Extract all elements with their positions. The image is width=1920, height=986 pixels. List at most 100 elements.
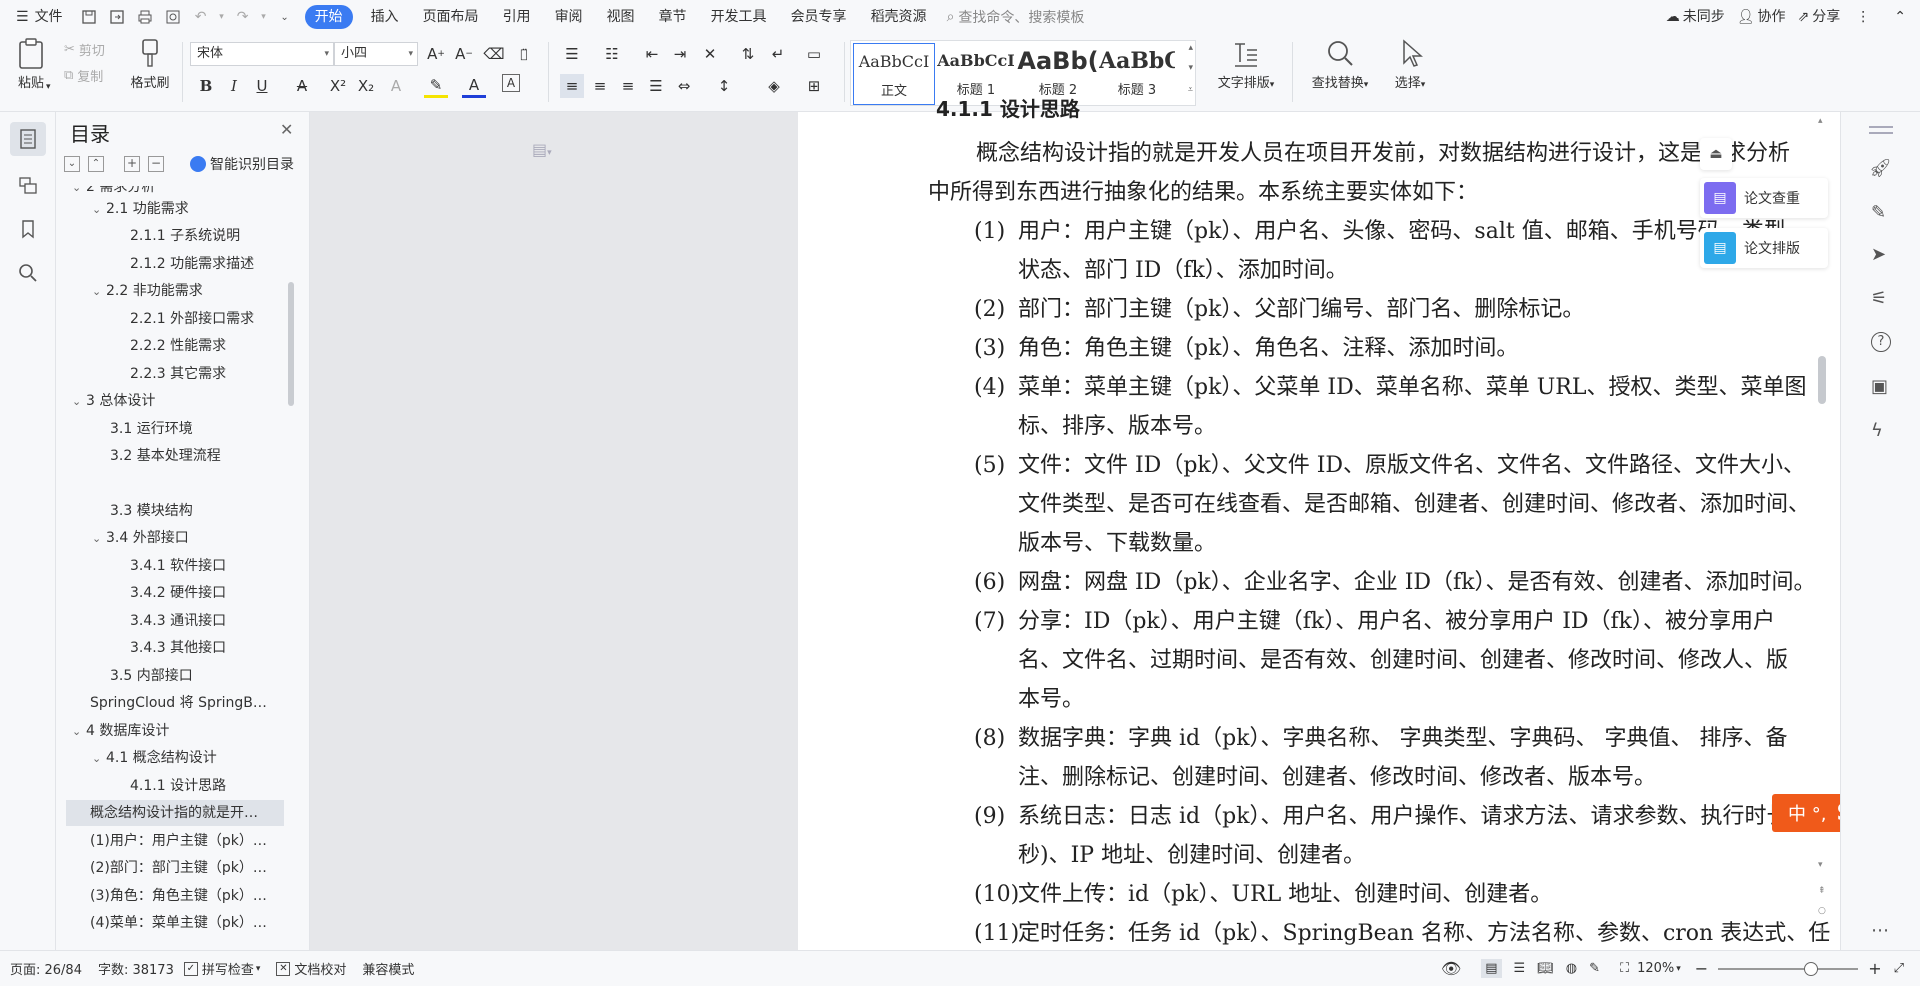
redo-icon[interactable]: ↷ — [231, 5, 255, 29]
fullscreen-icon[interactable]: ⤢ — [1894, 961, 1904, 976]
style-normal[interactable]: AaBbCcI 正文 — [853, 43, 935, 105]
prev-page-icon[interactable]: ⇞ — [1818, 886, 1826, 896]
bold-icon[interactable]: B — [194, 74, 218, 98]
gallery-scroll-up-icon[interactable]: ▴ — [1188, 43, 1193, 53]
page-view-icon[interactable]: ▤ — [1481, 959, 1502, 978]
writing-mode-icon[interactable]: ✎ — [1589, 961, 1600, 976]
copy-button[interactable]: ⧉ 复制 — [64, 66, 103, 85]
toc-item[interactable]: 2.2.2 性能需求 — [56, 333, 286, 359]
paper-format-button[interactable]: ▤ 论文排版 — [1700, 228, 1828, 268]
underline-icon[interactable]: U — [250, 74, 274, 98]
text-direction-icon[interactable]: ⇅ — [736, 42, 760, 66]
select-button[interactable]: 选择▾ — [1382, 38, 1438, 91]
shrink-font-icon[interactable]: A − — [452, 42, 476, 66]
pen-icon[interactable]: ✎ — [1871, 202, 1886, 223]
tab-member[interactable]: 会员专享 — [779, 0, 859, 34]
clear-format-icon[interactable]: ⌫ — [482, 42, 506, 66]
line-spacing-icon[interactable]: ↕ — [712, 74, 736, 98]
font-color-icon[interactable]: A — [462, 74, 486, 98]
more-horizontal-icon[interactable]: ⋯ — [1871, 920, 1889, 941]
toc-item[interactable]: ⌄ 2.1 功能需求 — [56, 196, 286, 222]
save-icon[interactable] — [77, 5, 101, 29]
toc-item[interactable]: 2.1.2 功能需求描述 — [56, 251, 286, 277]
sliders-icon[interactable]: ⚟ — [1871, 288, 1887, 309]
align-left-icon[interactable]: ≡ — [560, 74, 584, 98]
outdent-icon[interactable]: ⇤ — [640, 42, 664, 66]
search-icon[interactable] — [10, 256, 46, 290]
image-tool-icon[interactable]: ▣ — [1871, 376, 1888, 397]
export-icon[interactable] — [105, 5, 129, 29]
paper-check-button[interactable]: ▤ 论文查重 — [1700, 178, 1828, 218]
print-icon[interactable] — [133, 5, 157, 29]
highlight-icon[interactable]: ✎ — [424, 74, 448, 98]
proofread-button[interactable]: ✕ 文档校对 — [276, 959, 346, 978]
toc-expand-all-icon[interactable]: ⌃ — [88, 156, 104, 172]
undo-icon[interactable]: ↶ — [189, 5, 213, 29]
print-preview-icon[interactable] — [161, 5, 185, 29]
toc-collapse-all-icon[interactable]: ⌄ — [64, 156, 80, 172]
zoom-in-icon[interactable]: + — [1868, 959, 1881, 978]
toc-item[interactable]: 3.4.3 通讯接口 — [56, 608, 286, 634]
align-right-icon[interactable]: ≡ — [616, 74, 640, 98]
toc-item[interactable]: 2.2.3 其它需求 — [56, 361, 286, 387]
toc-item[interactable]: 2.1.1 子系统说明 — [56, 223, 286, 249]
command-search[interactable]: ⌕ 查找命令、搜索模板 — [947, 7, 1085, 27]
file-menu[interactable]: ☰ 文件 — [0, 0, 75, 34]
side-tools-collapse[interactable]: ⏏ — [1700, 138, 1732, 170]
grow-font-icon[interactable]: A + — [424, 42, 448, 66]
tab-page-layout[interactable]: 页面布局 — [411, 0, 491, 34]
undo-dropdown-icon[interactable]: ▾ — [217, 5, 227, 29]
superscript-icon[interactable]: X² — [326, 74, 350, 98]
scroll-up-icon[interactable]: ▴ — [1818, 116, 1823, 126]
font-name-select[interactable]: 宋体 ▾ — [190, 42, 334, 66]
collab-button[interactable]: 👤︎ 协作 — [1731, 0, 1792, 34]
toc-item[interactable]: 3.1 运行环境 — [56, 416, 286, 442]
toc-scrollbar[interactable] — [288, 282, 294, 406]
toc-item[interactable]: 3.4.3 其他接口 — [56, 635, 286, 661]
toc-item-selected[interactable]: 概念结构设计指的就是开… — [66, 800, 284, 826]
toc-item[interactable]: SpringCloud 将 SpringB… — [56, 690, 286, 716]
toc-item[interactable]: 3.2 基本处理流程 — [56, 443, 286, 469]
toc-item[interactable]: ⌄ 2.2 非功能需求 — [56, 278, 286, 304]
sync-button[interactable]: ☁ 未同步 — [1660, 0, 1731, 34]
phonetic-icon[interactable]: 文̈ — [512, 42, 536, 66]
collapse-ribbon-icon[interactable]: ⌃ — [1880, 0, 1920, 34]
toc-item[interactable]: (2)部门：部门主键（pk）… — [56, 855, 286, 881]
smart-toc-button[interactable]: 智能识别目录 — [190, 154, 294, 174]
word-count[interactable]: 字数: 38173 — [98, 959, 174, 978]
toc-add-icon[interactable]: + — [124, 156, 140, 172]
zoom-slider-thumb[interactable] — [1804, 961, 1819, 976]
gallery-more-icon[interactable]: ⩡ — [1188, 85, 1193, 95]
vertical-scrollbar-thumb[interactable] — [1818, 356, 1826, 404]
align-center-icon[interactable]: ≡ — [588, 74, 612, 98]
shading-icon[interactable]: ◈ — [762, 74, 786, 98]
cut-button[interactable]: ✂ 剪切 — [64, 40, 105, 59]
toc-item[interactable]: 3.5 内部接口 — [56, 663, 286, 689]
subscript-icon[interactable]: X₂ — [354, 74, 378, 98]
page-indicator[interactable]: 页面: 26/84 — [10, 959, 82, 978]
reading-view-icon[interactable]: 📖︎ — [1537, 961, 1554, 976]
chinese-layout-icon[interactable]: ✕ — [698, 42, 722, 66]
lightning-icon[interactable]: ϟ — [1871, 420, 1883, 441]
tab-chapter[interactable]: 章节 — [647, 0, 699, 34]
style-heading3[interactable]: AaBbC 标题 3 — [1099, 43, 1175, 105]
toc-item[interactable]: 4.1.1 设计思路 — [56, 773, 286, 799]
more-vertical-icon[interactable]: ⋮ — [1846, 0, 1880, 34]
show-marks-icon[interactable]: ↵ — [766, 42, 790, 66]
font-size-select[interactable]: 小四 ▾ — [334, 42, 418, 66]
tab-docer[interactable]: 稻壳资源 — [859, 0, 939, 34]
doc-context-icon[interactable]: ▤▾ — [532, 140, 552, 159]
fit-page-icon[interactable]: ⛶ — [1620, 961, 1629, 976]
find-replace-button[interactable]: 查找替换▾ — [1300, 38, 1380, 91]
help-icon[interactable]: ? — [1871, 332, 1891, 352]
toc-item[interactable]: (3)角色：角色主键（pk）… — [56, 883, 286, 909]
tab-review[interactable]: 审阅 — [543, 0, 595, 34]
share-button[interactable]: ⇗ 分享 — [1792, 0, 1847, 34]
drag-handle-icon[interactable] — [1869, 126, 1893, 128]
italic-icon[interactable]: I — [222, 74, 246, 98]
strikethrough-icon[interactable]: A — [290, 74, 314, 98]
gallery-scroll-down-icon[interactable]: ▾ — [1188, 63, 1193, 73]
next-page-icon[interactable]: ⇟ — [1818, 926, 1826, 936]
close-icon[interactable]: ✕ — [280, 120, 293, 139]
tab-view[interactable]: 视图 — [595, 0, 647, 34]
